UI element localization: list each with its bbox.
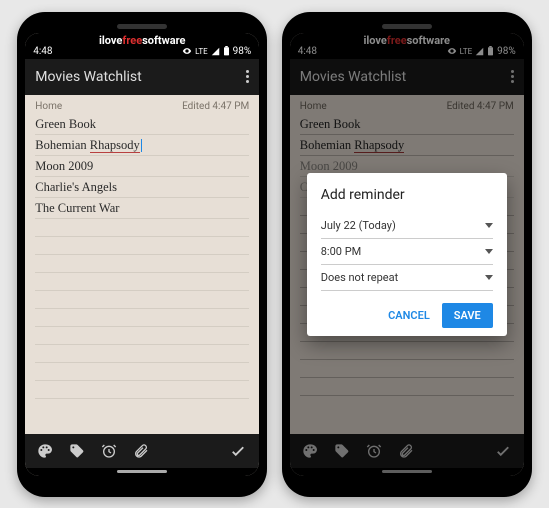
status-bar: 4:48 LTE 98% — [25, 33, 259, 59]
alarm-icon[interactable] — [101, 443, 117, 459]
speaker — [382, 24, 432, 29]
attachment-icon[interactable] — [133, 443, 149, 459]
cancel-button[interactable]: CANCEL — [384, 303, 434, 328]
chevron-down-icon — [485, 249, 493, 254]
speaker — [117, 24, 167, 29]
app-bar: Movies Watchlist — [25, 59, 259, 95]
screen-left: ilovefreesoftware 4:48 LTE 98% Movies Wa… — [25, 33, 259, 476]
battery-icon — [223, 46, 230, 56]
check-icon[interactable] — [229, 442, 247, 460]
dialog-scrim[interactable]: Add reminder July 22 (Today) 8:00 PM Doe… — [290, 33, 524, 476]
tag-icon[interactable] — [69, 443, 85, 459]
note-line[interactable]: Green Book — [35, 114, 249, 135]
screen-right: ilovefreesoftware 4:48 LTE 98% Movies Wa… — [290, 33, 524, 476]
category-label: Home — [35, 101, 62, 112]
page-title: Movies Watchlist — [35, 69, 141, 85]
date-field[interactable]: July 22 (Today) — [321, 213, 493, 239]
chevron-down-icon — [485, 223, 493, 228]
status-icons: LTE 98% — [182, 46, 251, 57]
phone-left: ilovefreesoftware 4:48 LTE 98% Movies Wa… — [17, 12, 267, 497]
note-line[interactable]: Charlie's Angels — [35, 177, 249, 198]
phone-right: ilovefreesoftware 4:48 LTE 98% Movies Wa… — [282, 12, 532, 497]
save-button[interactable]: SAVE — [442, 303, 493, 328]
note-line[interactable]: Moon 2009 — [35, 156, 249, 177]
more-icon[interactable] — [246, 70, 249, 83]
battery-pct: 98% — [233, 46, 252, 57]
clock: 4:48 — [33, 46, 52, 57]
eye-icon — [182, 46, 192, 56]
note-line[interactable]: The Current War — [35, 198, 249, 219]
note-line[interactable]: Bohemian Rhapsody — [35, 135, 249, 156]
dialog-title: Add reminder — [321, 187, 493, 203]
repeat-field[interactable]: Does not repeat — [321, 265, 493, 291]
add-reminder-dialog: Add reminder July 22 (Today) 8:00 PM Doe… — [307, 173, 507, 336]
edited-label: Edited 4:47 PM — [182, 101, 249, 112]
chevron-down-icon — [485, 275, 493, 280]
text-cursor — [141, 139, 143, 152]
home-indicator — [25, 468, 259, 476]
note-meta: Home Edited 4:47 PM — [25, 95, 259, 114]
time-field[interactable]: 8:00 PM — [321, 239, 493, 265]
network-label: LTE — [195, 47, 208, 56]
signal-icon — [211, 47, 220, 56]
bottom-toolbar — [25, 434, 259, 468]
palette-icon[interactable] — [37, 443, 53, 459]
note-body[interactable]: Green Book Bohemian Rhapsody Moon 2009 C… — [25, 114, 259, 434]
